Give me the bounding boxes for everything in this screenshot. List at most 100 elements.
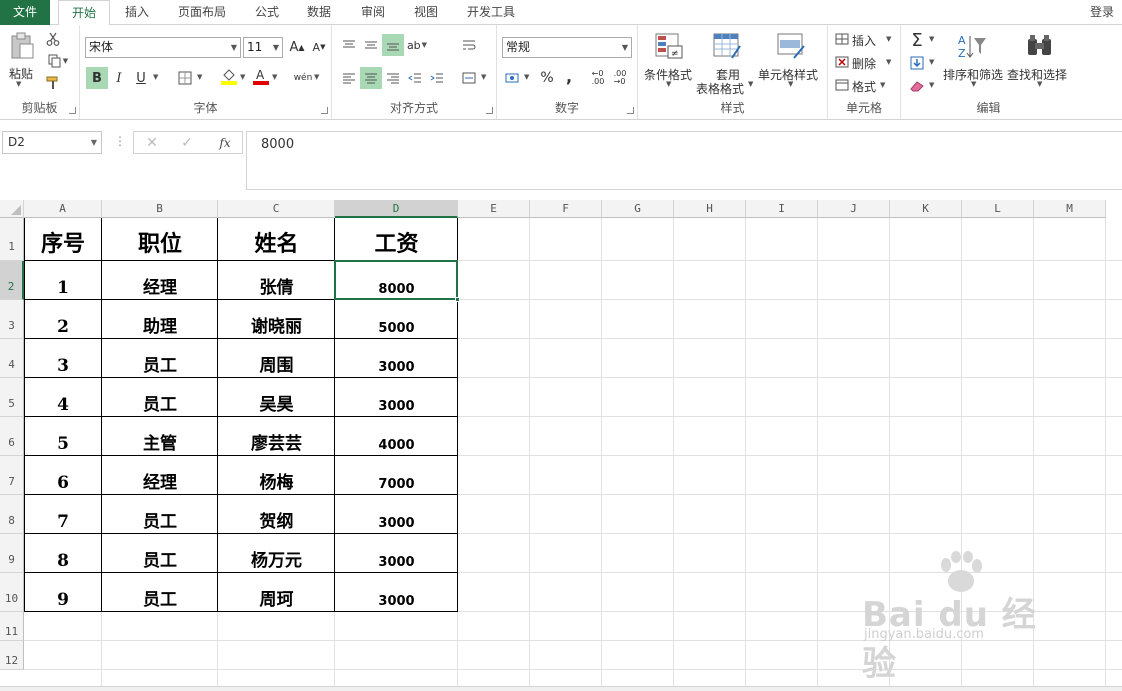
- table-cell[interactable]: 周围: [218, 339, 335, 378]
- tab-formulas[interactable]: 公式: [246, 0, 288, 25]
- table-header-cell[interactable]: 序号: [24, 218, 102, 261]
- row-header[interactable]: 7: [0, 456, 24, 495]
- find-select-icon[interactable]: [1023, 31, 1057, 61]
- border-icon[interactable]: [174, 67, 196, 89]
- cut-icon[interactable]: [44, 30, 62, 48]
- table-cell[interactable]: 8: [24, 534, 102, 573]
- fill-color-icon[interactable]: [218, 65, 240, 87]
- insert-cells-label[interactable]: 插入: [852, 32, 876, 49]
- clipboard-launcher-icon[interactable]: [69, 107, 76, 114]
- table-cell[interactable]: 廖芸芸: [218, 417, 335, 456]
- merge-dropdown-icon[interactable]: ▼: [481, 73, 486, 81]
- accounting-dropdown-icon[interactable]: ▼: [524, 73, 529, 81]
- alignment-launcher-icon[interactable]: [486, 107, 493, 114]
- row-header[interactable]: 6: [0, 417, 24, 456]
- table-cell[interactable]: 3: [24, 339, 102, 378]
- column-header[interactable]: F: [530, 200, 602, 218]
- delete-cells-label[interactable]: 删除: [852, 55, 876, 72]
- orientation-icon[interactable]: ab ▼: [406, 34, 428, 56]
- column-header[interactable]: L: [962, 200, 1034, 218]
- table-cell[interactable]: 6: [24, 456, 102, 495]
- fill-dropdown-icon[interactable]: ▼: [929, 58, 934, 66]
- fill-handle[interactable]: [455, 297, 460, 302]
- table-cell[interactable]: 1: [24, 261, 102, 300]
- format-as-table-icon[interactable]: [710, 31, 744, 61]
- table-cell[interactable]: 2: [24, 300, 102, 339]
- increase-decimal-icon[interactable]: ←0.00: [587, 67, 609, 89]
- format-dropdown-icon[interactable]: ▼: [880, 81, 885, 89]
- number-launcher-icon[interactable]: [627, 107, 634, 114]
- paste-dropdown-icon[interactable]: ▼: [16, 80, 21, 88]
- copy-icon[interactable]: ▼: [44, 52, 72, 70]
- table-header-cell[interactable]: 职位: [102, 218, 218, 261]
- table-cell[interactable]: 7000: [335, 456, 458, 495]
- table-cell[interactable]: 谢晓丽: [218, 300, 335, 339]
- font-color-icon[interactable]: A: [250, 65, 272, 87]
- tab-insert[interactable]: 插入: [116, 0, 158, 25]
- table-cell[interactable]: 9: [24, 573, 102, 612]
- row-header[interactable]: 11: [0, 612, 24, 641]
- table-cell[interactable]: 贺纲: [218, 495, 335, 534]
- column-header[interactable]: K: [890, 200, 962, 218]
- number-format-select[interactable]: 常规 ▼: [502, 37, 632, 58]
- column-header[interactable]: B: [102, 200, 218, 218]
- table-cell[interactable]: 员工: [102, 378, 218, 417]
- column-header[interactable]: A: [24, 200, 102, 218]
- conditional-format-icon[interactable]: ≠: [652, 31, 686, 61]
- table-cell[interactable]: 5000: [335, 300, 458, 339]
- comma-button[interactable]: ,: [558, 65, 580, 87]
- tab-developer[interactable]: 开发工具: [460, 0, 522, 25]
- tab-review[interactable]: 审阅: [352, 0, 394, 25]
- row-header[interactable]: 8: [0, 495, 24, 534]
- table-cell[interactable]: 杨万元: [218, 534, 335, 573]
- delete-dropdown-icon[interactable]: ▼: [886, 58, 891, 66]
- font-launcher-icon[interactable]: [321, 107, 328, 114]
- column-header[interactable]: D: [335, 200, 458, 218]
- underline-dropdown-icon[interactable]: ▼: [153, 73, 158, 81]
- align-bottom-icon[interactable]: [382, 34, 404, 56]
- align-center-icon[interactable]: [360, 67, 382, 89]
- table-cell[interactable]: 经理: [102, 456, 218, 495]
- column-header[interactable]: H: [674, 200, 746, 218]
- tab-data[interactable]: 数据: [298, 0, 340, 25]
- confirm-entry-icon[interactable]: ✓: [179, 135, 195, 151]
- table-cell[interactable]: 张倩: [218, 261, 335, 300]
- accounting-format-icon[interactable]: [502, 67, 524, 89]
- format-as-table-label-2[interactable]: 表格格式: [696, 80, 744, 97]
- table-cell[interactable]: 助理: [102, 300, 218, 339]
- insert-dropdown-icon[interactable]: ▼: [886, 35, 891, 43]
- row-header[interactable]: 4: [0, 339, 24, 378]
- table-cell[interactable]: 3000: [335, 573, 458, 612]
- column-header[interactable]: I: [746, 200, 818, 218]
- align-left-icon[interactable]: [338, 67, 360, 89]
- insert-function-icon[interactable]: fx: [214, 135, 236, 151]
- row-header[interactable]: 2: [0, 261, 24, 300]
- format-painter-icon[interactable]: [44, 74, 62, 92]
- format-cells-icon[interactable]: [834, 78, 850, 92]
- percent-button[interactable]: %: [536, 67, 558, 89]
- find-select-dropdown-icon[interactable]: ▼: [1037, 80, 1042, 88]
- decrease-decimal-icon[interactable]: .00 →0: [609, 67, 631, 89]
- sort-filter-icon[interactable]: AZ: [955, 31, 989, 61]
- insert-cells-icon[interactable]: [834, 32, 850, 46]
- tab-page-layout[interactable]: 页面布局: [170, 0, 234, 25]
- border-dropdown-icon[interactable]: ▼: [197, 73, 202, 81]
- column-header[interactable]: J: [818, 200, 890, 218]
- font-name-select[interactable]: 宋体 ▼: [85, 37, 241, 58]
- formula-input[interactable]: 8000: [246, 131, 1122, 190]
- sort-filter-dropdown-icon[interactable]: ▼: [971, 80, 976, 88]
- column-header[interactable]: M: [1034, 200, 1106, 218]
- increase-indent-icon[interactable]: [426, 67, 448, 89]
- active-cell-selection[interactable]: [334, 260, 460, 302]
- paste-icon[interactable]: [6, 31, 38, 61]
- align-middle-icon[interactable]: [360, 34, 382, 56]
- bold-button[interactable]: B: [86, 67, 108, 89]
- table-cell[interactable]: 员工: [102, 534, 218, 573]
- cell-styles-icon[interactable]: [774, 31, 808, 61]
- decrease-indent-icon[interactable]: [404, 67, 426, 89]
- row-header[interactable]: 5: [0, 378, 24, 417]
- underline-button[interactable]: U: [130, 67, 152, 89]
- merge-center-icon[interactable]: [458, 67, 480, 89]
- font-size-select[interactable]: 11 ▼: [243, 37, 283, 58]
- table-cell[interactable]: 5: [24, 417, 102, 456]
